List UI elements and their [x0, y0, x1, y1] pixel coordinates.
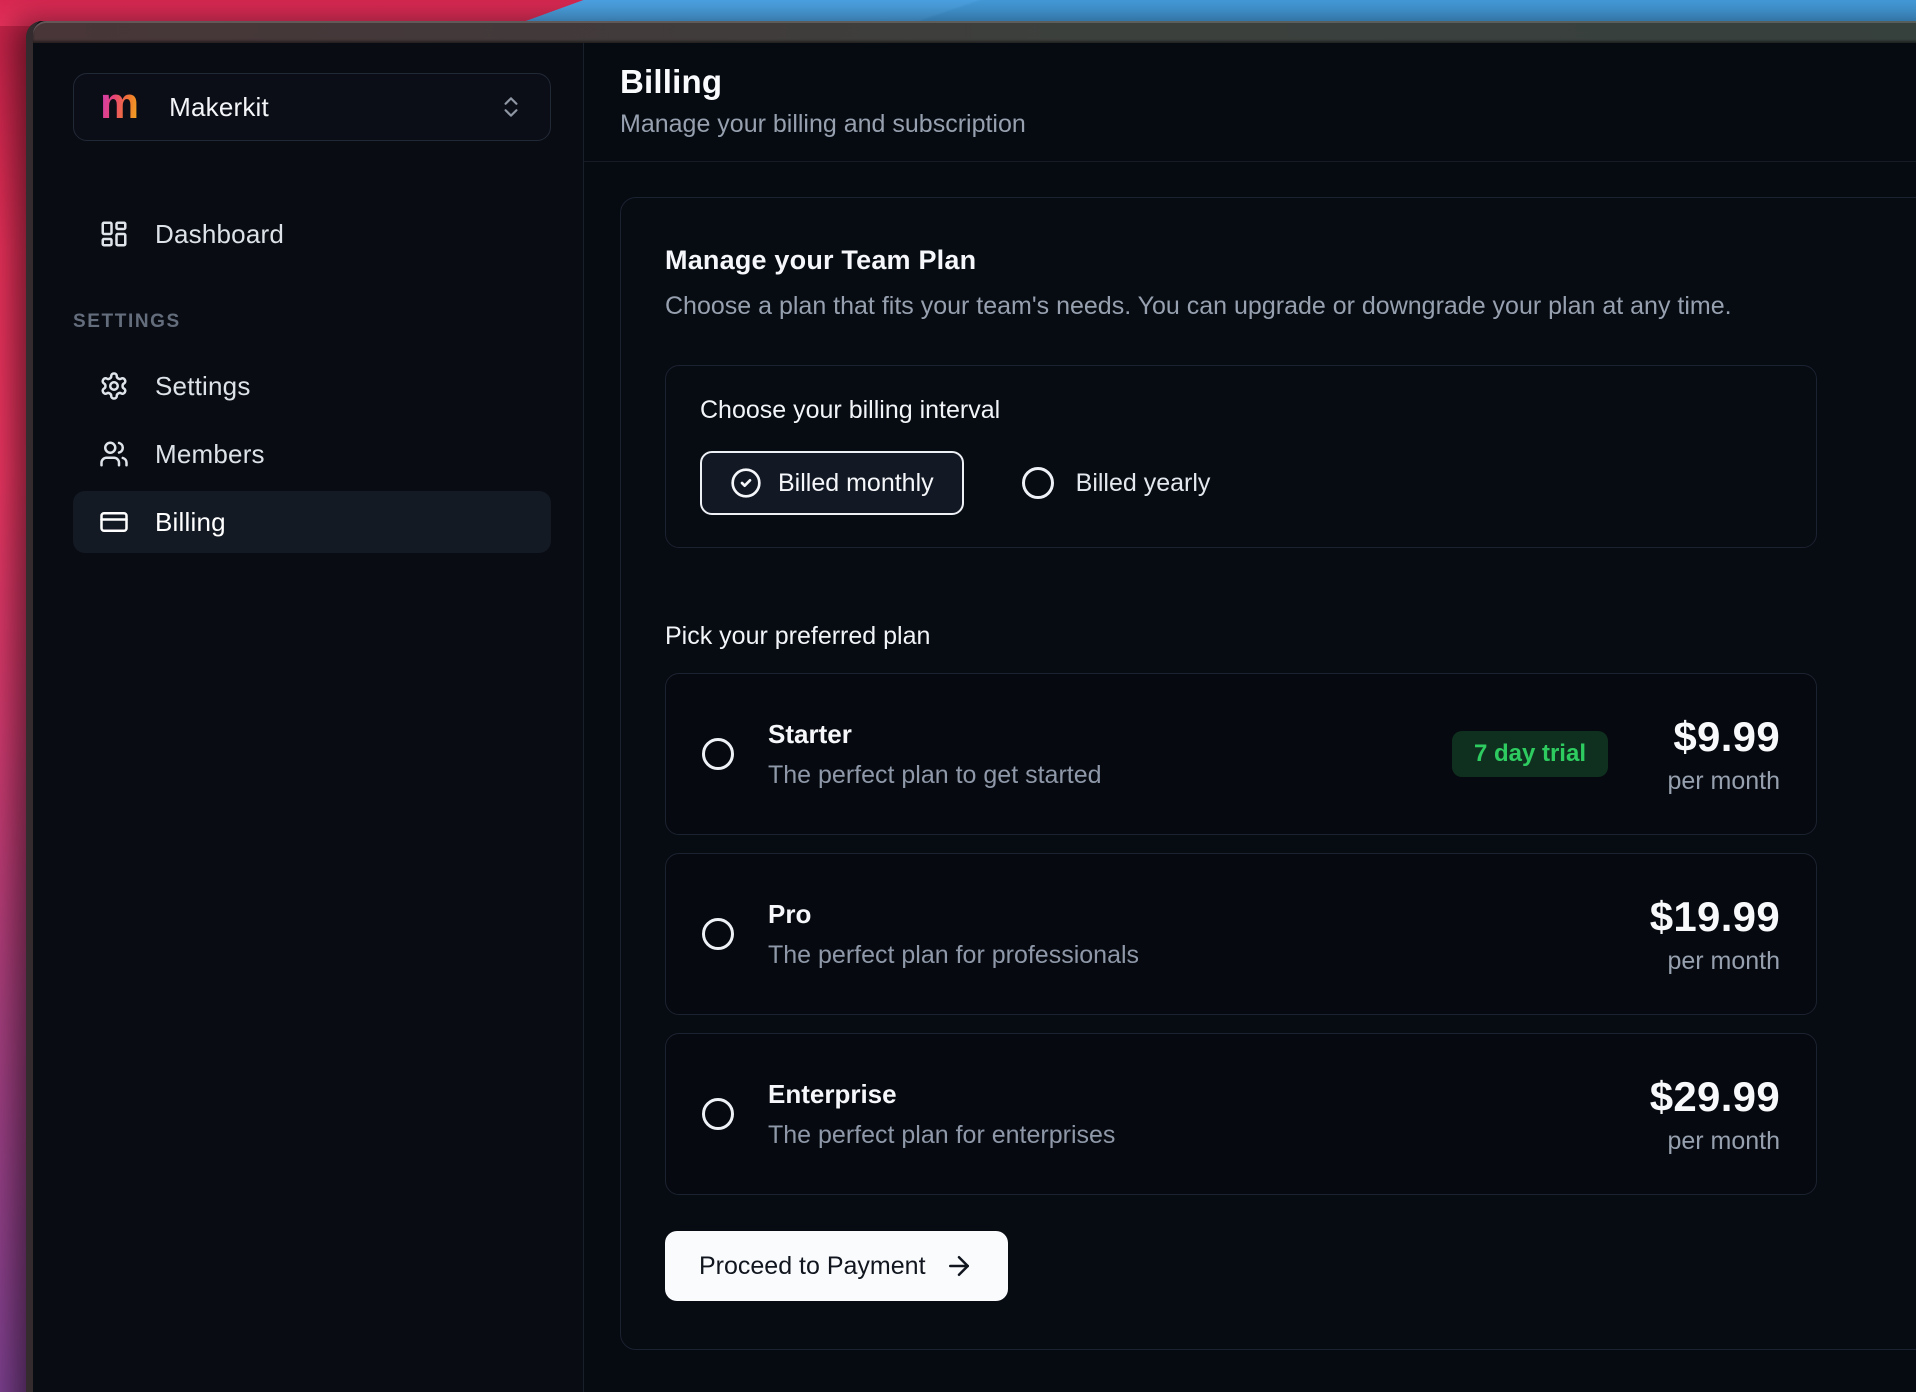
- billed-yearly-label: Billed yearly: [1076, 469, 1211, 498]
- sidebar-item-dashboard[interactable]: Dashboard: [73, 203, 551, 265]
- plan-description: The perfect plan to get started: [768, 761, 1102, 790]
- plan-description: The perfect plan for enterprises: [768, 1121, 1115, 1150]
- credit-card-icon: [99, 507, 129, 537]
- plan-info: Pro The perfect plan for professionals: [768, 899, 1139, 970]
- plan-row-pro[interactable]: Pro The perfect plan for professionals $…: [665, 853, 1817, 1015]
- page-subtitle: Manage your billing and subscription: [620, 110, 1916, 139]
- plan-period: per month: [1650, 767, 1780, 796]
- plan-price: $9.99: [1650, 713, 1780, 761]
- trial-badge: 7 day trial: [1452, 731, 1608, 777]
- plan-period: per month: [1650, 1127, 1780, 1156]
- screen: m Makerkit Dashboard SETTINGS: [0, 0, 1916, 1392]
- sidebar-item-label: Billing: [155, 507, 226, 538]
- sidebar-nav: Dashboard SETTINGS Settings Members: [73, 203, 551, 553]
- proceed-to-payment-button[interactable]: Proceed to Payment: [665, 1231, 1008, 1301]
- billing-interval-box: Choose your billing interval Billed mont…: [665, 365, 1817, 548]
- plan-name: Starter: [768, 719, 1102, 750]
- sidebar-item-label: Settings: [155, 371, 251, 402]
- proceed-label: Proceed to Payment: [699, 1252, 926, 1281]
- app-window: m Makerkit Dashboard SETTINGS: [26, 21, 1916, 1392]
- chevrons-up-down-icon: [498, 94, 524, 120]
- main-content: Billing Manage your billing and subscrip…: [584, 43, 1916, 1392]
- plan-radio[interactable]: [702, 918, 734, 950]
- sidebar-item-label: Dashboard: [155, 219, 284, 250]
- plan-name: Pro: [768, 899, 1139, 930]
- window-body: m Makerkit Dashboard SETTINGS: [33, 43, 1916, 1392]
- dashboard-icon: [99, 219, 129, 249]
- workspace-name: Makerkit: [169, 92, 269, 123]
- billing-interval-options: Billed monthly Billed yearly: [700, 451, 1782, 515]
- makerkit-logo: m: [100, 82, 139, 126]
- billed-monthly-label: Billed monthly: [778, 469, 934, 498]
- radio-circle-icon: [1022, 467, 1054, 499]
- plan-info: Enterprise The perfect plan for enterpri…: [768, 1079, 1115, 1150]
- workspace-selector[interactable]: m Makerkit: [73, 73, 551, 141]
- plans-label: Pick your preferred plan: [665, 622, 1916, 651]
- page-title: Billing: [620, 63, 1916, 101]
- card-title: Manage your Team Plan: [665, 245, 1916, 276]
- plan-price: $29.99: [1650, 1073, 1780, 1121]
- sidebar: m Makerkit Dashboard SETTINGS: [33, 43, 584, 1392]
- sidebar-item-settings[interactable]: Settings: [73, 355, 551, 417]
- sidebar-item-members[interactable]: Members: [73, 423, 551, 485]
- sidebar-item-label: Members: [155, 439, 265, 470]
- plan-price: $19.99: [1650, 893, 1780, 941]
- price-block: $9.99 per month: [1650, 713, 1780, 796]
- plan-row-enterprise[interactable]: Enterprise The perfect plan for enterpri…: [665, 1033, 1817, 1195]
- plan-period: per month: [1650, 947, 1780, 976]
- plan-right: 7 day trial $9.99 per month: [1452, 713, 1780, 796]
- sidebar-item-billing[interactable]: Billing: [73, 491, 551, 553]
- window-titlebar[interactable]: [33, 21, 1916, 43]
- plan-right: $19.99 per month: [1650, 893, 1780, 976]
- plan-name: Enterprise: [768, 1079, 1115, 1110]
- sidebar-section-label: SETTINGS: [73, 311, 551, 333]
- circle-check-icon: [730, 467, 762, 499]
- plan-description: The perfect plan for professionals: [768, 941, 1139, 970]
- card-description: Choose a plan that fits your team's need…: [665, 292, 1916, 321]
- price-block: $19.99 per month: [1650, 893, 1780, 976]
- price-block: $29.99 per month: [1650, 1073, 1780, 1156]
- plan-row-starter[interactable]: Starter The perfect plan to get started …: [665, 673, 1817, 835]
- gear-icon: [99, 371, 129, 401]
- plan-right: $29.99 per month: [1650, 1073, 1780, 1156]
- page-header: Billing Manage your billing and subscrip…: [584, 43, 1916, 139]
- plan-info: Starter The perfect plan to get started: [768, 719, 1102, 790]
- plan-radio[interactable]: [702, 738, 734, 770]
- header-divider: [584, 161, 1916, 162]
- billed-monthly-option[interactable]: Billed monthly: [700, 451, 964, 515]
- team-plan-card: Manage your Team Plan Choose a plan that…: [620, 197, 1916, 1350]
- users-icon: [99, 439, 129, 469]
- plan-radio[interactable]: [702, 1098, 734, 1130]
- arrow-right-icon: [944, 1251, 974, 1281]
- billed-yearly-option[interactable]: Billed yearly: [1022, 467, 1211, 499]
- billing-interval-label: Choose your billing interval: [700, 396, 1782, 425]
